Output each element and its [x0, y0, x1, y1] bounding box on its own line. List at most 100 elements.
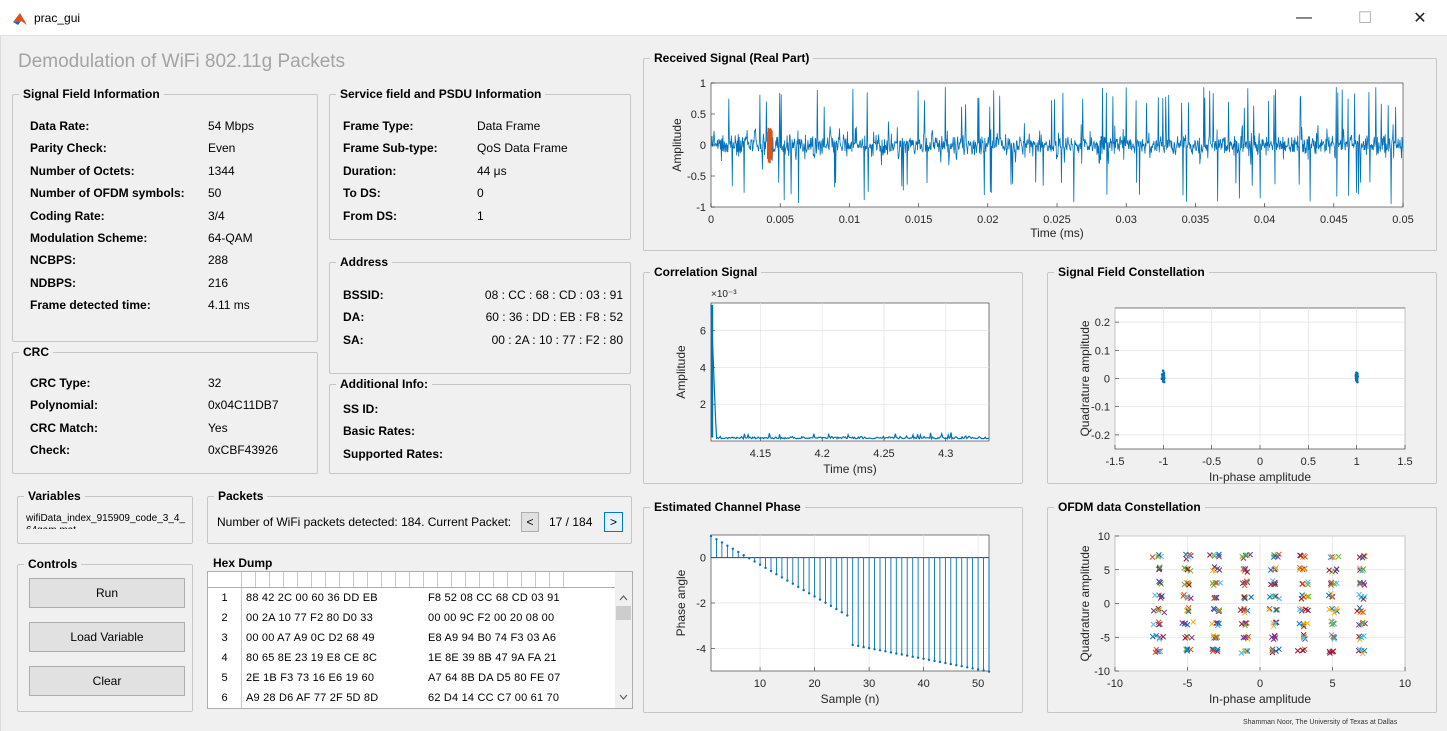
- x-axis-label: In-phase amplitude: [1209, 470, 1311, 484]
- x-axis-label: Time (ms): [823, 462, 877, 476]
- matlab-icon: [13, 13, 27, 25]
- stem-marker: [797, 585, 800, 589]
- axes-received: 0 0.005 0.01 0.015 0.02 0.025 0.03 0.035 0.04 0.0…: [670, 78, 1414, 240]
- stem-marker: [982, 669, 985, 672]
- stem-marker: [731, 547, 734, 550]
- stem-marker: [780, 576, 784, 579]
- stem-marker: [835, 607, 838, 611]
- stem-marker: [829, 604, 833, 608]
- close-button[interactable]: ✕: [1397, 4, 1443, 32]
- x-tick-label: 40: [917, 678, 929, 690]
- maximize-button[interactable]: ☐: [1342, 4, 1388, 32]
- constellation-point: [1162, 373, 1165, 377]
- x-tick-label: 0.01: [839, 214, 860, 226]
- x-tick-label: 10: [754, 678, 766, 690]
- stem-marker: [753, 560, 756, 563]
- y-tick-label: 0.1: [1095, 345, 1110, 357]
- y-tick-label: 0.2: [1095, 317, 1110, 329]
- x-tick-label: 0.5: [1301, 456, 1316, 468]
- x-tick-label: -1.5: [1106, 456, 1125, 468]
- stem-marker: [895, 652, 898, 655]
- stem-marker: [818, 598, 822, 601]
- stem-marker: [737, 550, 740, 554]
- stem-marker: [944, 661, 947, 665]
- y-tick-label: 0: [700, 140, 706, 152]
- x-tick-label: 4.2: [815, 448, 830, 460]
- minimize-button[interactable]: —: [1281, 4, 1327, 32]
- charts-layer: 0 0.005 0.01 0.015 0.02 0.025 0.03 0.035 0.04 0.0…: [670, 78, 1414, 706]
- stem-marker: [742, 554, 745, 557]
- x-tick-label: 4.3: [938, 448, 953, 460]
- stem-marker: [807, 592, 811, 595]
- stem-marker: [867, 646, 871, 650]
- y-tick-label: 0: [1104, 374, 1110, 386]
- x-tick-label: -10: [1107, 678, 1123, 690]
- y-tick-label: -0.1: [1091, 402, 1110, 414]
- stem-marker: [857, 644, 860, 648]
- constellation-point: [1161, 380, 1165, 383]
- axis-exponent: ×10⁻³: [711, 289, 737, 300]
- stem-marker: [949, 662, 952, 666]
- stem-marker: [916, 656, 920, 659]
- stem-marker: [906, 654, 909, 657]
- stem-marker: [922, 657, 925, 660]
- x-tick-label: 0: [708, 214, 714, 226]
- stem-marker: [873, 648, 876, 651]
- x-tick-label: -1: [1158, 456, 1168, 468]
- x-tick-label: 10: [1399, 678, 1411, 690]
- x-tick-label: 0.02: [977, 214, 998, 226]
- stem-marker: [775, 573, 778, 576]
- y-tick-label: 0: [700, 553, 706, 565]
- x-tick-label: 0.005: [766, 214, 794, 226]
- stem-marker: [720, 541, 724, 544]
- y-tick-label: 10: [1098, 531, 1110, 543]
- stem-marker: [938, 660, 942, 664]
- x-tick-label: 0: [1257, 456, 1263, 468]
- x-tick-label: 4.15: [750, 448, 771, 460]
- stem-marker: [851, 643, 854, 647]
- y-tick-label: 0: [1104, 599, 1110, 611]
- stem-marker: [715, 538, 718, 541]
- x-tick-label: 0.025: [1043, 214, 1071, 226]
- y-tick-label: 5: [1104, 565, 1110, 577]
- plot-area: [710, 302, 990, 442]
- x-tick-label: 0.04: [1254, 214, 1275, 226]
- window-title: prac_gui: [34, 11, 81, 25]
- x-tick-label: 0.015: [905, 214, 933, 226]
- stem-marker: [889, 651, 893, 654]
- stem-marker: [764, 566, 767, 570]
- y-axis-label: Phase angle: [674, 569, 688, 636]
- axes-phase: 10 20 30 40 50 0 -2 -4 Sample (n) Phase angle: [674, 534, 991, 706]
- constellation-point: [1354, 377, 1358, 380]
- stem-marker: [960, 665, 963, 668]
- axes-ofdmconst: -10 -5 0 5 10 10 5 0 -5 -10 In-phase amplitude Quad…: [1078, 531, 1411, 706]
- x-tick-label: 50: [972, 678, 984, 690]
- stem-marker: [862, 645, 865, 649]
- stem-marker: [709, 534, 713, 538]
- stem-marker: [987, 670, 991, 673]
- stem-marker: [840, 611, 843, 614]
- x-tick-label: 30: [863, 678, 875, 690]
- stem-marker: [878, 649, 882, 652]
- stem-marker: [846, 614, 849, 617]
- stem-marker: [726, 544, 729, 547]
- stem-marker: [966, 666, 969, 669]
- stem-marker: [911, 655, 914, 658]
- x-tick-label: 1.5: [1397, 456, 1412, 468]
- footer-credit: Shamman Noor, The University of Texas at…: [1243, 719, 1398, 726]
- stem-marker: [813, 595, 816, 598]
- axes-correlation: 4.15 4.2 4.25 4.3 6 4 2 Time (ms) Amplitude ×10⁻³: [674, 289, 990, 476]
- y-tick-label: -0.2: [1091, 430, 1110, 442]
- x-tick-label: -0.5: [1202, 456, 1221, 468]
- stem-marker: [769, 569, 773, 573]
- y-axis-label: Quadrature amplitude: [1078, 545, 1092, 661]
- x-tick-label: 4.25: [873, 448, 894, 460]
- x-axis-label: Sample (n): [821, 692, 880, 706]
- stem-marker: [971, 667, 974, 670]
- y-tick-label: -0.5: [687, 171, 706, 183]
- stem-marker: [748, 557, 751, 560]
- y-tick-label: -10: [1094, 666, 1110, 678]
- figure-window: Demodulation of WiFi 802.11g Packets Sig…: [0, 36, 1447, 731]
- x-axis-label: Time (ms): [1030, 226, 1084, 240]
- x-tick-label: -5: [1183, 678, 1193, 690]
